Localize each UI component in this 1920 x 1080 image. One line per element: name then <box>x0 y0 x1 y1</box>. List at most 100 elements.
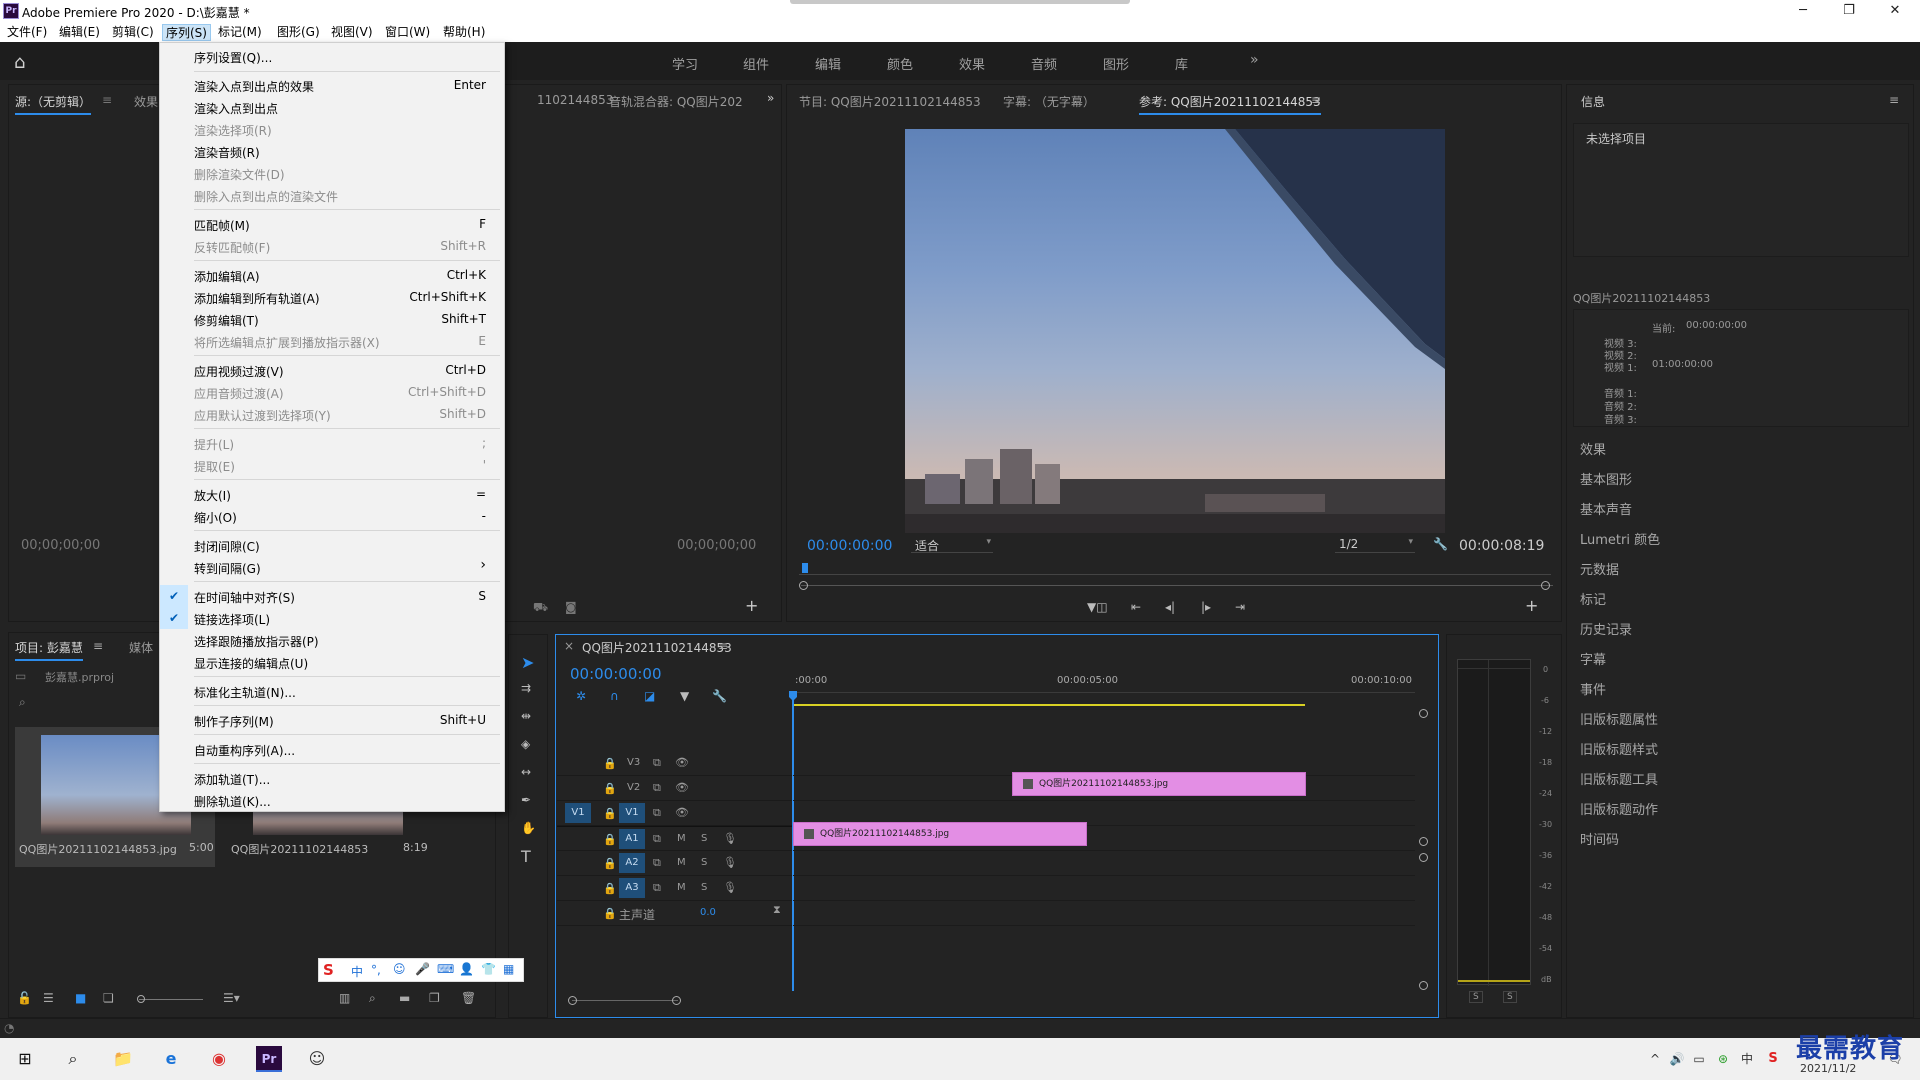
menu-item-trim-edit[interactable]: 修剪编辑(T) Shift+T <box>160 308 504 330</box>
solo-button[interactable]: S <box>701 857 707 868</box>
menu-item-default-transition[interactable]: 应用默认过渡到选择项(Y) Shift+D <box>160 403 504 425</box>
menu-item-normalize-master[interactable]: 标准化主轨道(N)... <box>160 680 504 702</box>
sync-lock-icon[interactable]: ⧉ <box>653 856 661 870</box>
workspace-effects[interactable]: 效果 <box>959 54 985 73</box>
sync-lock-icon[interactable]: ⧉ <box>653 881 661 895</box>
lock-icon[interactable]: 🔒 <box>603 782 617 795</box>
panel-markers[interactable]: 标记 <box>1580 589 1606 608</box>
menu-help[interactable]: 帮助(H) <box>440 24 488 41</box>
skin-icon[interactable]: 👕 <box>481 962 496 976</box>
playhead-handle[interactable] <box>789 691 797 701</box>
panel-legacy-title-tools[interactable]: 旧版标题工具 <box>1580 769 1658 788</box>
voice-icon[interactable]: 🎤 <box>415 962 430 976</box>
lock-icon[interactable]: 🔒 <box>603 757 617 770</box>
timeline-timecode[interactable]: 00:00:00:00 <box>570 665 662 683</box>
menu-item-render-selection[interactable]: 渲染选择项(R) <box>160 118 504 140</box>
pen-tool-icon[interactable]: ✒ <box>521 793 531 807</box>
sogou-logo-icon[interactable]: S <box>323 961 334 979</box>
user-icon[interactable]: 👤 <box>459 962 474 976</box>
menu-item-delete-tracks[interactable]: 删除轨道(K)... <box>160 789 504 811</box>
ime-mode[interactable]: 中 <box>351 963 363 980</box>
menu-item-go-to-gap[interactable]: 转到间隔(G) › <box>160 556 504 578</box>
panel-metadata[interactable]: 元数据 <box>1580 559 1619 578</box>
tab-program[interactable]: 节目: QQ图片20211102144853 <box>799 93 981 110</box>
eye-icon[interactable]: 👁 <box>675 781 689 794</box>
menu-edit[interactable]: 编辑(E) <box>56 24 103 41</box>
panel-lumetri-color[interactable]: Lumetri 颜色 <box>1580 529 1660 548</box>
menu-graphics[interactable]: 图形(G) <box>274 24 323 41</box>
zoom-handle-right[interactable] <box>1541 581 1550 590</box>
video-scroll-handle-top[interactable] <box>1419 709 1428 718</box>
project-menu-icon[interactable]: ≡ <box>93 639 103 653</box>
panel-essential-graphics[interactable]: 基本图形 <box>1580 469 1632 488</box>
menu-item-close-gap[interactable]: 封闭间隙(C) <box>160 534 504 556</box>
microphone-icon[interactable]: 🎙 <box>723 832 737 845</box>
panel-timecode[interactable]: 时间码 <box>1580 829 1619 848</box>
add-button[interactable]: + <box>745 596 758 615</box>
sync-lock-icon[interactable]: ⧉ <box>653 832 661 846</box>
more-workspaces-icon[interactable]: » <box>1250 52 1259 68</box>
go-to-in-icon[interactable]: ⇤ <box>1131 600 1141 614</box>
maximize-button[interactable]: ❐ <box>1826 0 1872 22</box>
go-to-out-icon[interactable]: ⇥ <box>1235 600 1245 614</box>
menu-item-render-in-out[interactable]: 渲染入点到出点 <box>160 96 504 118</box>
panel-history[interactable]: 历史记录 <box>1580 619 1632 638</box>
zoom-handle-left[interactable] <box>799 581 808 590</box>
timeline-zoom-bar[interactable] <box>572 1000 678 1001</box>
tab-reference[interactable]: 参考: QQ图片20211102144853 <box>1139 93 1321 115</box>
lock-icon[interactable]: 🔓 <box>17 991 32 1005</box>
track-label[interactable]: A1 <box>619 829 645 849</box>
solo-button[interactable]: S <box>701 833 707 844</box>
keyboard-icon[interactable]: ⌨ <box>437 962 454 976</box>
menu-item-delete-render-files[interactable]: 删除渲染文件(D) <box>160 162 504 184</box>
workspace-audio[interactable]: 音频 <box>1031 54 1057 73</box>
zoom-scrollbar[interactable] <box>801 585 1553 586</box>
sort-icon[interactable]: ☰▾ <box>223 991 240 1005</box>
snap-icon[interactable]: ∩ <box>610 689 619 703</box>
lock-icon[interactable]: 🔒 <box>603 882 617 895</box>
edge-icon[interactable]: e <box>158 1046 184 1072</box>
export-frame-icon[interactable]: ⛟ <box>533 600 548 616</box>
tab-reference-menu-icon[interactable]: ≡ <box>1311 93 1321 107</box>
sogou-tray-icon[interactable]: S <box>1760 1046 1786 1072</box>
panel-legacy-title-styles[interactable]: 旧版标题样式 <box>1580 739 1658 758</box>
menu-item-add-edit-all[interactable]: 添加编辑到所有轨道(A) Ctrl+Shift+K <box>160 286 504 308</box>
video-scroll-handle-bottom[interactable] <box>1419 837 1428 846</box>
premiere-taskbar-icon[interactable]: Pr <box>256 1046 282 1072</box>
wrench-icon[interactable]: 🔧 <box>1433 537 1448 551</box>
menu-item-render-audio[interactable]: 渲染音频(R) <box>160 140 504 162</box>
file-explorer-icon[interactable]: 📁 <box>110 1046 136 1072</box>
find-icon[interactable]: ⌕ <box>369 991 376 1006</box>
menu-item-sequence-settings[interactable]: 序列设置(Q)... <box>160 45 504 67</box>
timeline-settings-icon[interactable]: 🔧 <box>712 689 727 703</box>
panel-effects[interactable]: 效果 <box>1580 439 1606 458</box>
menu-item-extract[interactable]: 提取(E) ' <box>160 454 504 476</box>
trash-icon[interactable]: 🗑 <box>461 991 476 1005</box>
step-forward-icon[interactable]: |▸ <box>1201 600 1211 614</box>
menu-window[interactable]: 窗口(W) <box>382 24 433 41</box>
menu-item-make-subsequence[interactable]: 制作子序列(M) Shift+U <box>160 709 504 731</box>
toolbox-icon[interactable]: ▦ <box>503 962 514 976</box>
home-icon[interactable]: ⌂ <box>14 52 34 73</box>
camera-icon[interactable]: ◙ <box>565 600 577 614</box>
menu-item-audio-transition[interactable]: 应用音频过渡(A) Ctrl+Shift+D <box>160 381 504 403</box>
menu-item-match-frame[interactable]: 匹配帧(M) F <box>160 213 504 235</box>
lock-icon[interactable]: 🔒 <box>603 857 617 870</box>
menu-item-snap[interactable]: ✔ 在时间轴中对齐(S) S <box>160 585 504 607</box>
panel-overflow-icon[interactable]: » <box>767 91 774 105</box>
workspace-libraries[interactable]: 库 <box>1175 54 1188 73</box>
solo-left-button[interactable]: S <box>1469 991 1483 1003</box>
workspace-color[interactable]: 颜色 <box>887 54 913 73</box>
sync-lock-icon[interactable]: ⧉ <box>653 756 661 770</box>
solo-button[interactable]: S <box>701 882 707 893</box>
menu-item-zoom-out[interactable]: 缩小(O) - <box>160 505 504 527</box>
master-expand-icon[interactable]: ⧗ <box>773 903 781 917</box>
tab-sequence[interactable]: QQ图片20211102144853 <box>582 639 732 656</box>
menu-item-extend-edit[interactable]: 将所选编辑点扩展到播放指示器(X) E <box>160 330 504 352</box>
tab-audio-mixer[interactable]: 音轨混合器: QQ图片202 <box>609 93 743 110</box>
panel-essential-sound[interactable]: 基本声音 <box>1580 499 1632 518</box>
source-timecode[interactable]: 00;00;00;00 <box>21 538 100 553</box>
panel-events[interactable]: 事件 <box>1580 679 1606 698</box>
tab-project[interactable]: 项目: 彭嘉慧 <box>15 639 83 661</box>
mute-button[interactable]: M <box>677 882 686 893</box>
